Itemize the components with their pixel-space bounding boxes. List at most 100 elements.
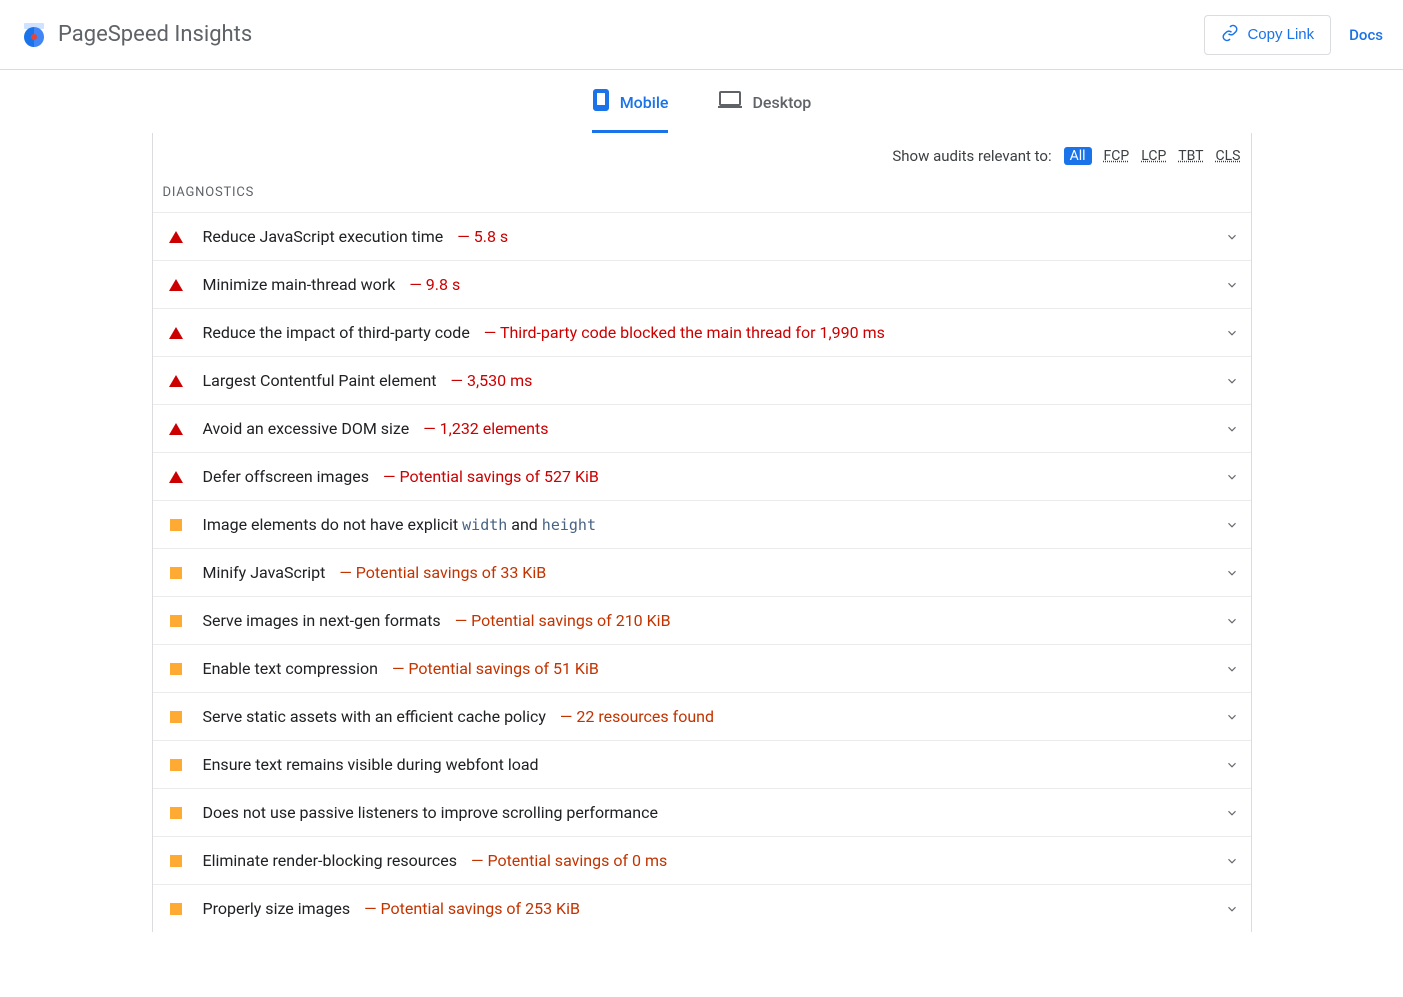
square-warn-icon xyxy=(169,854,183,868)
audit-title: Serve static assets with an efficient ca… xyxy=(203,707,546,726)
chevron-down-icon xyxy=(1223,756,1241,774)
audit-row[interactable]: Minimize main-thread work — 9.8 s xyxy=(153,260,1251,308)
copy-link-label: Copy Link xyxy=(1247,26,1314,43)
docs-link[interactable]: Docs xyxy=(1349,26,1383,44)
triangle-fail-icon xyxy=(169,374,183,388)
audit-row[interactable]: Ensure text remains visible during webfo… xyxy=(153,740,1251,788)
audit-title: Minify JavaScript xyxy=(203,563,326,582)
chevron-down-icon xyxy=(1223,612,1241,630)
header-left: PageSpeed Insights xyxy=(20,21,252,49)
audit-value: — Potential savings of 527 KiB xyxy=(383,467,599,486)
audit-value: — 3,530 ms xyxy=(451,371,533,390)
chevron-down-icon xyxy=(1223,420,1241,438)
audit-row[interactable]: Does not use passive listeners to improv… xyxy=(153,788,1251,836)
filter-label: Show audits relevant to: xyxy=(892,147,1051,165)
copy-link-button[interactable]: Copy Link xyxy=(1204,15,1331,55)
square-warn-icon xyxy=(169,902,183,916)
tab-desktop-label: Desktop xyxy=(752,93,811,112)
square-warn-icon xyxy=(169,710,183,724)
audit-value: — 1,232 elements xyxy=(423,419,548,438)
square-warn-icon xyxy=(169,614,183,628)
audit-value: — Third-party code blocked the main thre… xyxy=(484,323,885,342)
audit-row[interactable]: Defer offscreen images — Potential savin… xyxy=(153,452,1251,500)
square-warn-icon xyxy=(169,518,183,532)
audit-value: — 9.8 s xyxy=(409,275,460,294)
audit-row[interactable]: Largest Contentful Paint element — 3,530… xyxy=(153,356,1251,404)
app-title: PageSpeed Insights xyxy=(58,22,252,47)
filter-fcp[interactable]: FCP xyxy=(1104,148,1130,164)
audit-row[interactable]: Reduce JavaScript execution time — 5.8 s xyxy=(153,212,1251,260)
audit-value: — Potential savings of 253 KiB xyxy=(364,899,580,918)
triangle-fail-icon xyxy=(169,422,183,436)
audit-title: Properly size images xyxy=(203,899,351,918)
audit-title: Defer offscreen images xyxy=(203,467,370,486)
audit-title: Serve images in next-gen formats xyxy=(203,611,441,630)
chevron-down-icon xyxy=(1223,324,1241,342)
chevron-down-icon xyxy=(1223,228,1241,246)
square-warn-icon xyxy=(169,662,183,676)
audit-value: — Potential savings of 0 ms xyxy=(471,851,667,870)
audit-title: Image elements do not have explicit widt… xyxy=(203,515,596,534)
audit-row[interactable]: Minify JavaScript — Potential savings of… xyxy=(153,548,1251,596)
code-width: width xyxy=(462,516,507,534)
chevron-down-icon xyxy=(1223,660,1241,678)
report-content: Show audits relevant to: All FCP LCP TBT… xyxy=(152,133,1252,932)
chevron-down-icon xyxy=(1223,900,1241,918)
audit-value: — 22 resources found xyxy=(560,707,714,726)
audit-title: Avoid an excessive DOM size xyxy=(203,419,410,438)
audit-title: Does not use passive listeners to improv… xyxy=(203,803,658,822)
link-icon xyxy=(1221,24,1239,46)
square-warn-icon xyxy=(169,758,183,772)
audit-title: Eliminate render-blocking resources xyxy=(203,851,457,870)
audit-title: Reduce the impact of third-party code xyxy=(203,323,470,342)
audit-value: — Potential savings of 51 KiB xyxy=(392,659,599,678)
desktop-icon xyxy=(718,90,742,114)
chevron-down-icon xyxy=(1223,804,1241,822)
triangle-fail-icon xyxy=(169,278,183,292)
audit-row[interactable]: Avoid an excessive DOM size — 1,232 elem… xyxy=(153,404,1251,452)
chevron-down-icon xyxy=(1223,564,1241,582)
chevron-down-icon xyxy=(1223,852,1241,870)
audit-title: Enable text compression xyxy=(203,659,378,678)
audit-title: Ensure text remains visible during webfo… xyxy=(203,755,539,774)
filter-cls[interactable]: CLS xyxy=(1216,148,1241,164)
chevron-down-icon xyxy=(1223,468,1241,486)
audit-row[interactable]: Reduce the impact of third-party code — … xyxy=(153,308,1251,356)
audit-row[interactable]: Serve images in next-gen formats — Poten… xyxy=(153,596,1251,644)
tab-mobile[interactable]: Mobile xyxy=(592,88,669,133)
audits-list: Reduce JavaScript execution time — 5.8 s… xyxy=(153,212,1251,932)
triangle-fail-icon xyxy=(169,326,183,340)
chevron-down-icon xyxy=(1223,708,1241,726)
diagnostics-heading: DIAGNOSTICS xyxy=(153,173,1251,212)
audit-filter-row: Show audits relevant to: All FCP LCP TBT… xyxy=(153,133,1251,173)
audit-value: — Potential savings of 33 KiB xyxy=(339,563,546,582)
chevron-down-icon xyxy=(1223,516,1241,534)
audit-row[interactable]: Enable text compression — Potential savi… xyxy=(153,644,1251,692)
audit-value: — Potential savings of 210 KiB xyxy=(455,611,671,630)
mobile-icon xyxy=(592,88,610,116)
audit-title: Minimize main-thread work xyxy=(203,275,396,294)
audit-row[interactable]: Image elements do not have explicit widt… xyxy=(153,500,1251,548)
audit-value: — 5.8 s xyxy=(457,227,508,246)
filter-tbt[interactable]: TBT xyxy=(1178,148,1203,164)
header-right: Copy Link Docs xyxy=(1204,15,1383,55)
audit-title: Largest Contentful Paint element xyxy=(203,371,437,390)
chevron-down-icon xyxy=(1223,372,1241,390)
device-tabs: Mobile Desktop xyxy=(0,70,1403,133)
tab-mobile-label: Mobile xyxy=(620,93,669,112)
audit-row[interactable]: Properly size images — Potential savings… xyxy=(153,884,1251,932)
filter-lcp[interactable]: LCP xyxy=(1141,148,1166,164)
pagespeed-logo-icon xyxy=(20,21,48,49)
triangle-fail-icon xyxy=(169,230,183,244)
triangle-fail-icon xyxy=(169,470,183,484)
code-height: height xyxy=(542,516,596,534)
audit-row[interactable]: Serve static assets with an efficient ca… xyxy=(153,692,1251,740)
square-warn-icon xyxy=(169,566,183,580)
chevron-down-icon xyxy=(1223,276,1241,294)
filter-all[interactable]: All xyxy=(1064,147,1092,165)
audit-title: Reduce JavaScript execution time xyxy=(203,227,444,246)
tab-desktop[interactable]: Desktop xyxy=(718,88,811,133)
audit-row[interactable]: Eliminate render-blocking resources — Po… xyxy=(153,836,1251,884)
app-header: PageSpeed Insights Copy Link Docs xyxy=(0,0,1403,70)
square-warn-icon xyxy=(169,806,183,820)
